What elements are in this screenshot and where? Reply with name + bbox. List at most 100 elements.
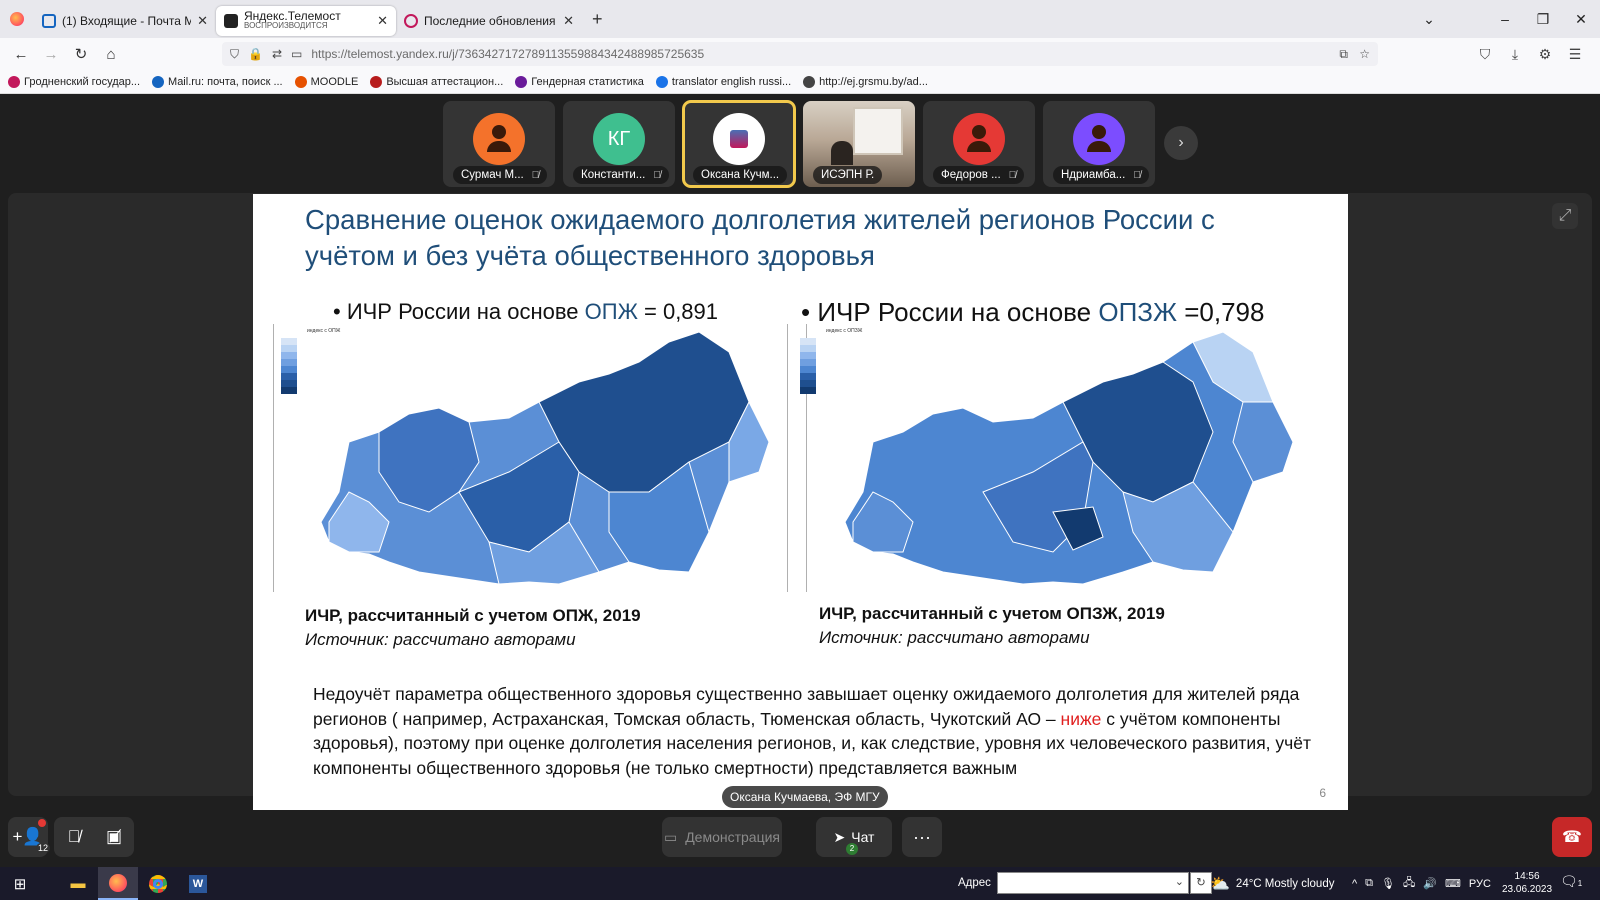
windows-start-icon[interactable]: ⊞ <box>0 867 40 900</box>
participant-tile[interactable]: ИСЭПН Р. <box>803 101 915 187</box>
cloud-sun-icon: ⛅ <box>1210 875 1230 893</box>
pocket-icon[interactable]: ⛉ <box>1470 46 1500 63</box>
updates-favicon-icon <box>404 14 418 28</box>
address-go-icon[interactable]: ↻ <box>1189 872 1212 894</box>
minimize-icon[interactable]: – <box>1486 11 1524 27</box>
tab-strip: (1) Входящие - Почта Mail.ru ✕ Яндекс.Те… <box>0 0 1600 38</box>
tab-list-chevron-icon[interactable]: ⌄ <box>1410 11 1448 28</box>
right-russia-map <box>833 322 1303 592</box>
maximize-icon[interactable]: ❐ <box>1524 11 1562 28</box>
chrome-taskbar-icon[interactable] <box>138 867 178 900</box>
firefox-taskbar-icon[interactable] <box>98 867 138 900</box>
legend-swatch <box>800 373 816 380</box>
language-switch-icon[interactable]: ⌨ <box>1445 877 1461 890</box>
screen-share-label: Демонстрация <box>685 829 781 845</box>
more-options-button[interactable]: ··· <box>902 817 942 857</box>
participant-tile[interactable]: Сурмач М... 🎙̸ <box>443 101 555 187</box>
address-toolbar-input[interactable]: ⌄ <box>996 872 1189 894</box>
bookmark-favicon-icon <box>8 75 20 88</box>
language-label[interactable]: РУС <box>1469 878 1491 890</box>
bookmark-item[interactable]: Гродненский государ... <box>8 75 140 88</box>
firefox-menu-icon[interactable] <box>0 0 34 38</box>
notifications-icon[interactable]: 🗨1 <box>1560 873 1582 890</box>
screen-share-button[interactable]: ▭ Демонстрация <box>662 817 782 857</box>
address-toolbar: Адрес ⌄ ↻ <box>958 872 1212 894</box>
file-explorer-icon[interactable]: ▬ <box>58 867 98 900</box>
bookmark-favicon-icon <box>294 75 307 88</box>
participant-tile[interactable]: КГ Константи... 🎙̸ <box>563 101 675 187</box>
presenter-label: Оксана Кучмаева, ЭФ МГУ <box>722 786 888 808</box>
new-tab-plus-icon[interactable]: + <box>592 9 603 30</box>
clock-date: 23.06.2023 <box>1502 884 1553 895</box>
map-graphic <box>844 331 1294 585</box>
avatar <box>953 113 1005 165</box>
clock[interactable]: 14:56 23.06.2023 <box>1502 870 1552 896</box>
right-map-caption: ИЧР, рассчитанный с учетом ОПЗЖ, 2019 <box>819 604 1165 623</box>
reader-view-icon[interactable]: ⧉ <box>1339 47 1348 62</box>
chevron-down-icon[interactable]: ⌄ <box>1175 875 1184 888</box>
bookmark-star-icon[interactable]: ☆ <box>1359 47 1370 61</box>
left-russia-map <box>309 322 779 592</box>
weather-text: 24°C Mostly cloudy <box>1235 877 1335 890</box>
tab-telemost[interactable]: Яндекс.Телемост ВОСПРОИЗВОДИТСЯ ✕ <box>216 6 396 36</box>
legend-swatch <box>800 345 816 352</box>
bookmark-item[interactable]: Высшая аттестацион... <box>370 75 504 88</box>
camera-toggle-button[interactable]: ▣̸ <box>94 817 134 857</box>
back-arrow-icon[interactable]: ← <box>6 46 36 63</box>
meet-now-icon[interactable]: ⧉ <box>1365 877 1373 890</box>
participant-tile[interactable]: Оксана Кучм... <box>682 100 796 188</box>
close-tab-icon[interactable]: ✕ <box>563 13 574 29</box>
download-icon[interactable]: ⤓ <box>1500 46 1530 63</box>
screen-share-icon[interactable]: ▭ <box>291 47 302 61</box>
bookmark-item[interactable]: translator english russi... <box>655 75 791 88</box>
forward-arrow-icon[interactable]: → <box>36 46 66 63</box>
avatar <box>713 113 765 165</box>
screen: { "browser": { "tabs": [ {"label": "(1) … <box>0 0 1600 900</box>
chat-send-icon: ➤ <box>833 828 846 845</box>
bookmark-item[interactable]: MOODLE <box>294 75 358 88</box>
chat-button[interactable]: ➤ Чат 2 <box>816 817 892 857</box>
participant-name: Сурмач М... <box>461 169 524 181</box>
participant-strip: Сурмач М... 🎙̸ КГ Константи... 🎙̸ Оксана Кучм… <box>443 100 1155 189</box>
invite-participants-button[interactable]: +👤 12 <box>8 817 50 857</box>
reload-icon[interactable]: ↻ <box>66 45 96 63</box>
close-window-icon[interactable]: ✕ <box>1562 11 1600 28</box>
tray-expand-icon[interactable]: ^ <box>1352 878 1357 890</box>
slide-title: Сравнение оценок ожидаемого долголетия ж… <box>305 204 1215 271</box>
permissions-icon[interactable]: ⇄ <box>272 47 282 61</box>
leave-call-button[interactable]: ☎ <box>1552 817 1592 857</box>
tab-updates[interactable]: Последние обновления | Грод ✕ <box>396 6 582 36</box>
url-text[interactable]: https://telemost.yandex.ru/j/73634271727… <box>311 47 704 61</box>
extensions-icon[interactable]: ⚙ <box>1530 46 1560 63</box>
address-toolbar-label: Адрес <box>958 877 991 889</box>
nav-bar: ← → ↻ ⌂ ⛉ 🔒 ⇄ ▭ https://telemost.yandex.… <box>0 38 1600 70</box>
address-bar[interactable]: ⛉ 🔒 ⇄ ▭ https://telemost.yandex.ru/j/736… <box>222 42 1378 66</box>
map-graphic <box>320 331 770 585</box>
microphone-toggle-button[interactable]: 🎙̸ <box>54 817 94 857</box>
home-icon[interactable]: ⌂ <box>96 46 126 63</box>
tab-mail[interactable]: (1) Входящие - Почта Mail.ru ✕ <box>34 6 216 36</box>
weather-widget[interactable]: ⛅ 24°C Mostly cloudy <box>1210 867 1334 900</box>
participant-tile[interactable]: Ндриамба... 🎙̸ <box>1043 101 1155 187</box>
bookmark-item[interactable]: http://ej.grsmu.by/ad... <box>803 75 928 88</box>
shield-icon[interactable]: ⛉ <box>230 47 239 62</box>
volume-icon[interactable]: 🔊 <box>1423 877 1437 890</box>
lock-icon[interactable]: 🔒 <box>248 47 263 61</box>
bookmarks-bar: Гродненский государ... Mail.ru: почта, по… <box>0 70 1600 94</box>
participant-name: Федоров ... <box>941 169 1001 181</box>
participant-tile[interactable]: Федоров ... 🎙̸ <box>923 101 1035 187</box>
bookmark-item[interactable]: Mail.ru: почта, поиск ... <box>152 75 283 88</box>
next-participants-chevron-icon[interactable]: › <box>1164 126 1198 160</box>
fullscreen-icon[interactable]: ⤢ <box>1552 203 1578 229</box>
legend-swatch <box>800 366 816 373</box>
word-taskbar-icon[interactable]: W <box>178 867 218 900</box>
chat-label: Чат <box>851 829 875 845</box>
network-icon[interactable]: 🖧 <box>1403 874 1415 893</box>
close-tab-icon[interactable]: ✕ <box>197 13 208 29</box>
participant-name-tag: ИСЭПН Р. <box>813 166 883 184</box>
bookmark-label: Высшая аттестацион... <box>386 75 504 88</box>
mic-tray-icon[interactable]: 🎙 <box>1381 877 1395 890</box>
bookmark-item[interactable]: Гендерная статистика <box>515 75 644 88</box>
close-tab-icon[interactable]: ✕ <box>377 13 388 29</box>
menu-hamburger-icon[interactable]: ☰ <box>1560 46 1590 63</box>
